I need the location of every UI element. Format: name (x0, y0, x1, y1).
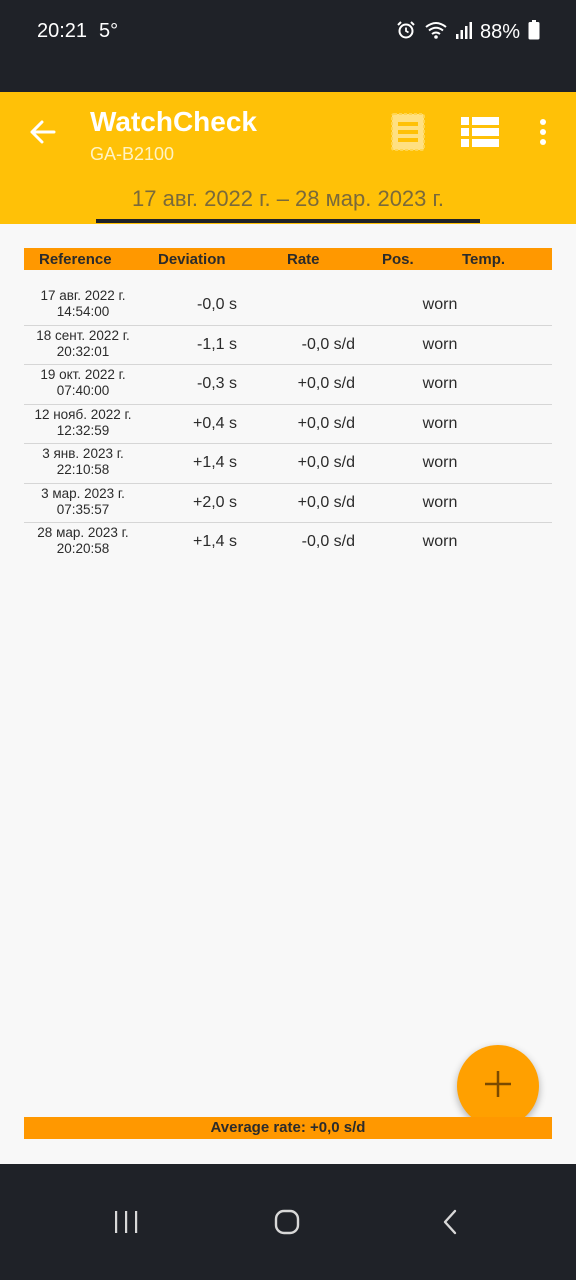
home-icon (273, 1208, 301, 1241)
reference-time: 07:40:00 (56, 383, 110, 398)
recent-apps-button[interactable] (102, 1200, 150, 1248)
recent-apps-icon (113, 1210, 139, 1239)
deviation-cell: -0,3 s (196, 375, 237, 392)
list-icon (461, 116, 499, 152)
arrow-left-icon (28, 118, 56, 151)
reference-cell: 3 янв. 2023 г. 22:10:58 (24, 446, 142, 478)
table-view-button[interactable] (458, 112, 502, 156)
app-title: WatchCheck (90, 106, 258, 137)
back-icon (440, 1208, 460, 1241)
reference-cell: 3 мар. 2023 г. 07:35:57 (24, 486, 142, 518)
reference-time: 07:35:57 (56, 501, 110, 517)
reference-time: 20:32:01 (56, 343, 110, 359)
table-header: Reference Deviation Rate Pos. Temp. (24, 248, 552, 270)
battery-icon (528, 19, 540, 45)
deviation-cell: -0,0 s (196, 296, 237, 313)
content-area: Reference Deviation Rate Pos. Temp. 17 а… (0, 224, 576, 1164)
measurement-list: 17 авг. 2022 г. 14:54:00 -0,0 s worn 18 … (24, 286, 552, 563)
system-nav-bar (0, 1164, 576, 1280)
table-row[interactable]: 18 сент. 2022 г. 20:32:01 -1,1 s -0,0 s/… (24, 326, 552, 365)
add-measurement-button[interactable] (457, 1045, 539, 1127)
reference-date: 12 нояб. 2022 г. (34, 406, 132, 422)
rate-cell: -0,0 s/d (301, 335, 355, 353)
summary-view-button[interactable] (386, 112, 430, 156)
back-button[interactable] (22, 110, 62, 158)
header-temp: Temp. (462, 251, 506, 268)
reference-time: 12:32:59 (56, 422, 110, 438)
app-bar: WatchCheck GA-B2100 (0, 92, 576, 176)
reference-cell: 18 сент. 2022 г. 20:32:01 (24, 328, 142, 360)
position-cell: worn (422, 493, 458, 511)
table-row[interactable]: 3 мар. 2023 г. 07:35:57 +2,0 s +0,0 s/d … (24, 484, 552, 523)
deviation-cell: +1,4 s (192, 533, 237, 550)
position-cell: worn (422, 414, 458, 432)
tab-indicator (96, 219, 480, 223)
rate-cell: +0,0 s/d (297, 414, 355, 432)
rate-cell: +0,0 s/d (297, 375, 355, 392)
wifi-icon (424, 20, 448, 45)
reference-date: 18 сент. 2022 г. (36, 327, 130, 343)
more-options-button[interactable] (521, 112, 565, 156)
table-row[interactable]: 17 авг. 2022 г. 14:54:00 -0,0 s worn (24, 286, 552, 326)
header-pos: Pos. (382, 251, 414, 268)
reference-cell: 19 окт. 2022 г. 07:40:00 (24, 367, 142, 399)
status-icons: 88% (396, 19, 540, 45)
status-time: 20:21 (37, 20, 88, 42)
system-back-button[interactable] (426, 1200, 474, 1248)
rate-cell: +0,0 s/d (297, 454, 355, 471)
deviation-cell: +0,4 s (192, 414, 237, 432)
reference-time: 14:54:00 (56, 304, 110, 319)
reference-date: 3 янв. 2023 г. (42, 446, 124, 461)
reference-time: 20:20:58 (56, 541, 110, 556)
plus-icon (483, 1069, 513, 1104)
table-row[interactable]: 12 нояб. 2022 г. 12:32:59 +0,4 s +0,0 s/… (24, 405, 552, 444)
reference-cell: 28 мар. 2023 г. 20:20:58 (24, 525, 142, 557)
battery-percent: 88% (479, 20, 520, 43)
date-range-tab[interactable]: 17 авг. 2022 г. – 28 мар. 2023 г. (0, 176, 576, 224)
signal-icon (455, 21, 472, 44)
reference-date: 28 мар. 2023 г. (37, 525, 129, 540)
position-cell: worn (422, 296, 458, 313)
reference-date: 19 окт. 2022 г. (40, 367, 126, 382)
reference-date: 17 авг. 2022 г. (40, 288, 126, 303)
deviation-cell: +2,0 s (192, 493, 237, 511)
reference-date: 3 мар. 2023 г. (41, 485, 125, 501)
position-cell: worn (422, 533, 458, 550)
stamp-list-icon (390, 112, 426, 157)
alarm-icon (396, 20, 416, 45)
position-cell: worn (422, 454, 458, 471)
reference-cell: 17 авг. 2022 г. 14:54:00 (24, 288, 142, 320)
date-range-label: 17 авг. 2022 г. – 28 мар. 2023 г. (132, 186, 444, 211)
home-button[interactable] (263, 1200, 311, 1248)
reference-time: 22:10:58 (56, 462, 110, 477)
position-cell: worn (422, 375, 458, 392)
status-temperature: 5° (99, 20, 119, 42)
more-vert-icon (539, 118, 547, 150)
table-row[interactable]: 19 окт. 2022 г. 07:40:00 -0,3 s +0,0 s/d… (24, 365, 552, 405)
rate-cell: -0,0 s/d (301, 533, 355, 550)
average-rate-bar: Average rate: +0,0 s/d (24, 1117, 552, 1139)
position-cell: worn (422, 335, 458, 353)
header-reference: Reference (39, 251, 112, 268)
table-row[interactable]: 28 мар. 2023 г. 20:20:58 +1,4 s -0,0 s/d… (24, 523, 552, 563)
rate-cell: +0,0 s/d (297, 493, 355, 511)
reference-cell: 12 нояб. 2022 г. 12:32:59 (24, 407, 142, 439)
deviation-cell: -1,1 s (196, 335, 237, 353)
header-deviation: Deviation (158, 251, 226, 268)
table-row[interactable]: 3 янв. 2023 г. 22:10:58 +1,4 s +0,0 s/d … (24, 444, 552, 484)
app-subtitle: GA-B2100 (90, 144, 175, 164)
deviation-cell: +1,4 s (192, 454, 237, 471)
header-rate: Rate (287, 251, 320, 268)
status-bar: 20:21 5° 88% (0, 0, 576, 92)
